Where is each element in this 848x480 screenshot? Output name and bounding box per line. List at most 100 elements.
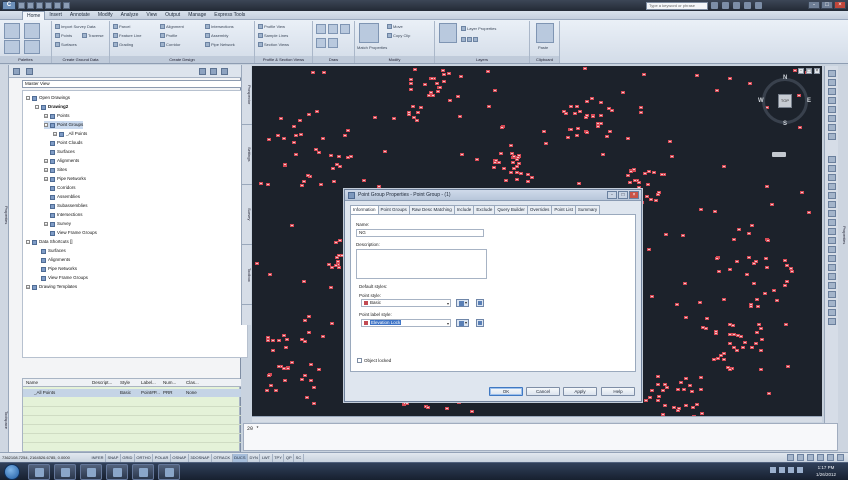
toggle-tpy[interactable]: TPY: [273, 454, 285, 462]
cogo-point-marker[interactable]: [704, 327, 708, 330]
cogo-point-marker[interactable]: [731, 324, 735, 327]
cogo-point-marker[interactable]: [755, 298, 759, 301]
tree-item[interactable]: Subassemblies: [44, 202, 88, 210]
cogo-point-marker[interactable]: [329, 154, 333, 157]
command-line[interactable]: 20 *: [243, 423, 838, 451]
cogo-point-marker[interactable]: [735, 260, 739, 263]
zoom-extents-icon[interactable]: [828, 115, 836, 122]
workspace-icon[interactable]: [817, 454, 824, 461]
survey-icon[interactable]: [210, 68, 217, 75]
visual-style-icon[interactable]: [828, 255, 836, 262]
name-input[interactable]: NG: [356, 229, 484, 237]
taskbar-civil3d-button[interactable]: [106, 464, 128, 480]
layer-dropdown[interactable]: Layer Properties: [461, 26, 496, 31]
tree-item[interactable]: + Points: [44, 112, 70, 120]
cogo-point-marker[interactable]: [608, 130, 612, 133]
cogo-point-marker[interactable]: [383, 150, 387, 153]
cogo-point-marker[interactable]: [660, 173, 664, 176]
panel-title-create-ground-data[interactable]: Create Ground Data: [52, 56, 109, 63]
subscription-icon[interactable]: [722, 2, 729, 9]
toggle-ducs[interactable]: DUCS: [232, 454, 248, 462]
cogo-point-marker[interactable]: [511, 161, 515, 164]
cogo-point-marker[interactable]: [298, 119, 302, 122]
cogo-point-marker[interactable]: [728, 342, 732, 345]
cogo-point-marker[interactable]: [305, 396, 309, 399]
start-button[interactable]: [4, 464, 20, 480]
drawing-horizontal-scrollbar[interactable]: [252, 416, 822, 422]
steering-wheel-icon[interactable]: [828, 97, 836, 104]
section-icon[interactable]: [828, 264, 836, 271]
prospector-view-select[interactable]: Master View: [22, 80, 248, 88]
cogo-point-marker[interactable]: [793, 69, 797, 72]
expand-icon[interactable]: +: [44, 114, 48, 118]
cogo-point-marker[interactable]: [392, 117, 396, 120]
cogo-point-marker[interactable]: [300, 184, 304, 187]
cogo-point-marker[interactable]: [722, 352, 726, 355]
cogo-point-marker[interactable]: [757, 323, 761, 326]
snap-icon[interactable]: [828, 219, 836, 226]
cogo-point-marker[interactable]: [303, 374, 307, 377]
tree-item[interactable]: Corridors: [44, 184, 76, 192]
cogo-point-marker[interactable]: [650, 389, 654, 392]
cogo-point-marker[interactable]: [728, 368, 732, 371]
tree-item[interactable]: Surfaces: [44, 148, 75, 156]
corridor-button[interactable]: Corridor: [160, 42, 180, 47]
tree-item[interactable]: Surfaces: [35, 247, 66, 255]
cogo-point-marker[interactable]: [290, 361, 294, 364]
tree-item[interactable]: - Drawing2: [35, 103, 68, 111]
point-style-browse-button[interactable]: [476, 299, 484, 307]
cogo-point-marker[interactable]: [338, 165, 342, 168]
cogo-point-marker[interactable]: [785, 264, 789, 267]
cogo-point-marker[interactable]: [294, 134, 298, 137]
point-label-style-edit-button[interactable]: ▾: [456, 319, 469, 327]
cogo-point-marker[interactable]: [500, 126, 504, 129]
cogo-point-marker[interactable]: [670, 155, 674, 158]
cogo-point-marker[interactable]: [321, 335, 325, 338]
cogo-point-marker[interactable]: [760, 338, 764, 341]
cogo-point-marker[interactable]: [504, 179, 508, 182]
cogo-point-marker[interactable]: [460, 153, 464, 156]
cogo-point-marker[interactable]: [302, 280, 306, 283]
cogo-point-marker[interactable]: [700, 412, 704, 415]
cogo-point-marker[interactable]: [747, 256, 751, 259]
panel-title-layers[interactable]: Layers: [435, 56, 529, 63]
ortho-icon[interactable]: [828, 201, 836, 208]
cogo-point-marker[interactable]: [322, 71, 326, 74]
cogo-point-marker[interactable]: [679, 381, 683, 384]
cogo-point-marker[interactable]: [633, 179, 637, 182]
expand-icon[interactable]: +: [26, 285, 30, 289]
cogo-point-marker[interactable]: [266, 339, 270, 342]
cogo-point-marker[interactable]: [441, 69, 445, 72]
hatch-icon[interactable]: [828, 291, 836, 298]
cogo-point-marker[interactable]: [770, 203, 774, 206]
cogo-point-marker[interactable]: [652, 171, 656, 174]
cogo-point-marker[interactable]: [573, 112, 577, 115]
tree-item[interactable]: View Frame Groups: [35, 274, 88, 282]
showmotion-icon[interactable]: [828, 106, 836, 113]
toggle-grid[interactable]: GRID: [121, 454, 135, 462]
cogo-point-marker[interactable]: [743, 341, 747, 344]
annotation-scale-icon[interactable]: [807, 454, 814, 461]
traverse-button[interactable]: Traverse: [82, 33, 104, 38]
cogo-point-marker[interactable]: [377, 185, 381, 188]
cogo-point-marker[interactable]: [267, 138, 271, 141]
cogo-point-marker[interactable]: [684, 377, 688, 380]
description-textarea[interactable]: [356, 249, 487, 279]
cogo-point-marker[interactable]: [684, 316, 688, 319]
cogo-point-marker[interactable]: [643, 172, 647, 175]
toolspace-button[interactable]: [4, 23, 20, 39]
panel-title-palettes[interactable]: Palettes: [0, 56, 51, 63]
cogo-point-marker[interactable]: [430, 77, 434, 80]
cogo-point-marker[interactable]: [329, 286, 333, 289]
cogo-point-marker[interactable]: [283, 379, 287, 382]
cogo-point-marker[interactable]: [307, 315, 311, 318]
cogo-point-marker[interactable]: [722, 358, 726, 361]
cogo-point-marker[interactable]: [752, 282, 756, 285]
cogo-point-marker[interactable]: [739, 335, 743, 338]
table-row[interactable]: _All Points Basic Point#P... PRR None: [23, 389, 241, 397]
toolspace-strip-tab[interactable]: Toolspace: [0, 395, 9, 445]
cogo-point-marker[interactable]: [271, 339, 275, 342]
cogo-point-marker[interactable]: [735, 349, 739, 352]
alignment-button[interactable]: Alignment: [160, 24, 184, 29]
cogo-point-marker[interactable]: [713, 210, 717, 213]
